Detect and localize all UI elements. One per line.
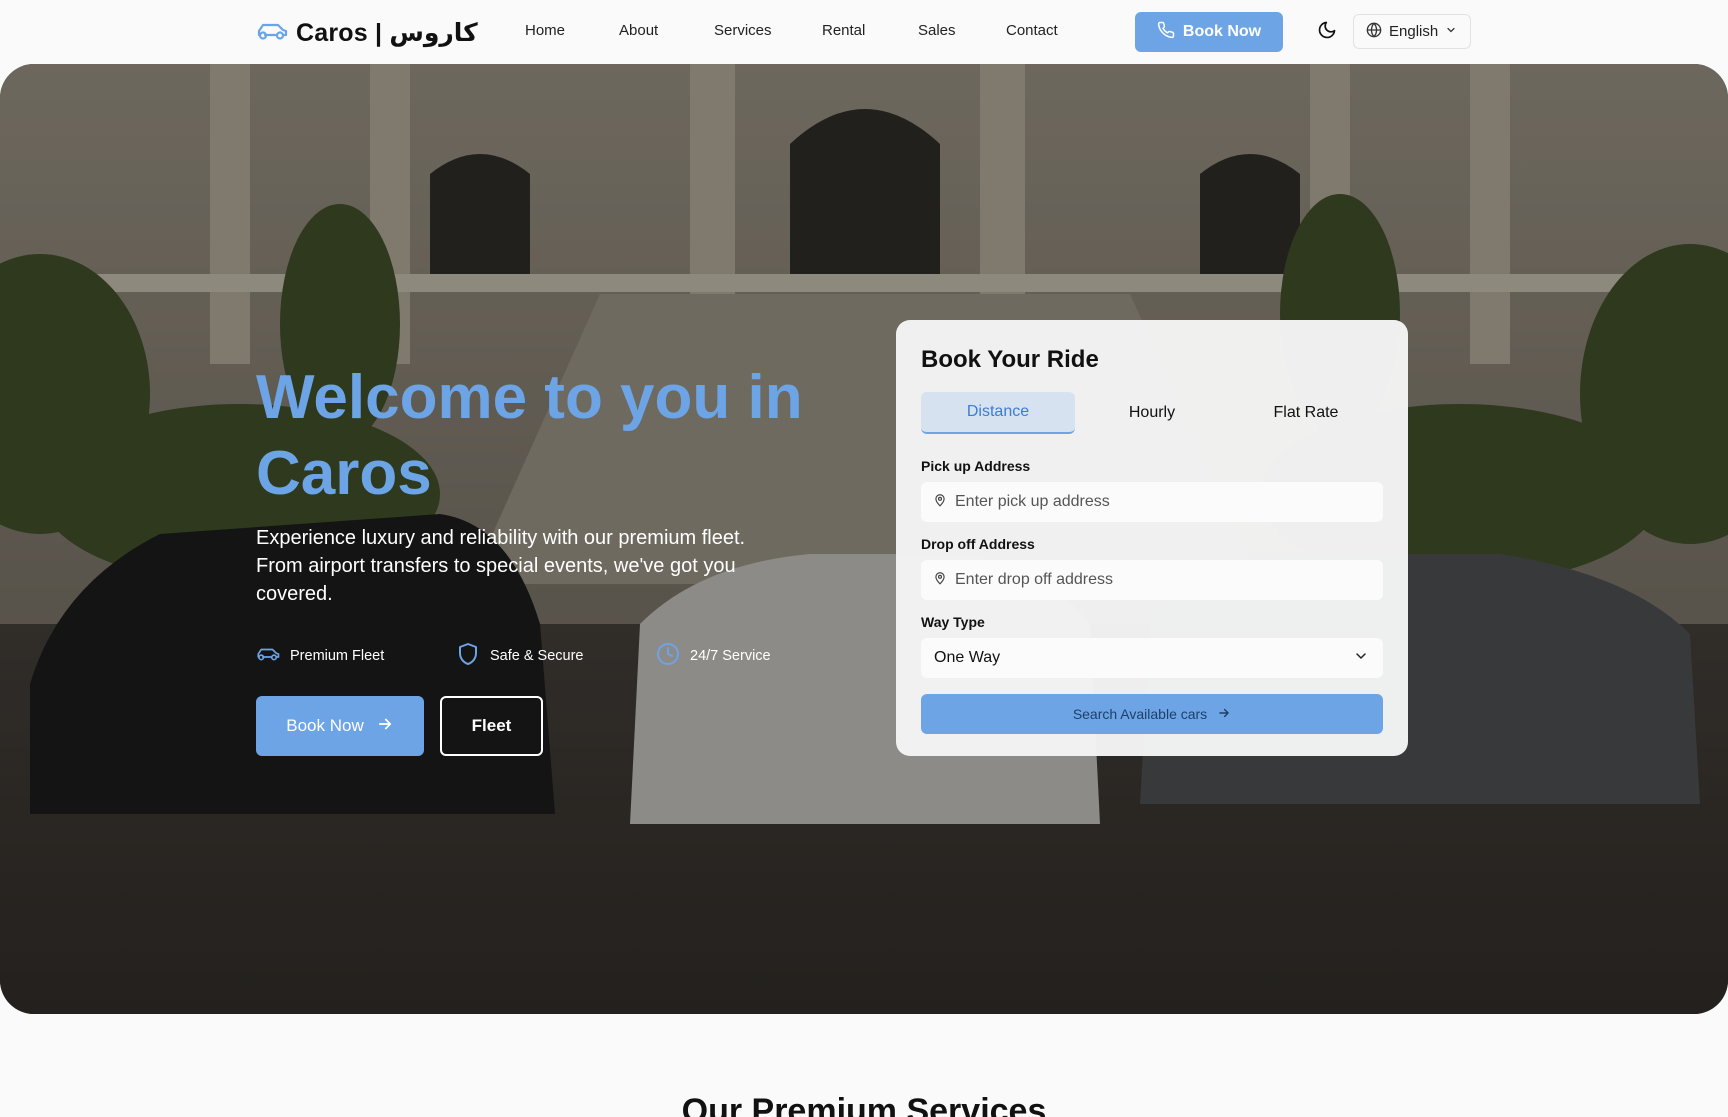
hero-section: Welcome to you in Caros Experience luxur… xyxy=(0,64,1728,1014)
dropoff-label: Drop off Address xyxy=(921,536,1035,552)
nav-about[interactable]: About xyxy=(619,22,658,39)
logo[interactable]: Caros | كاروس xyxy=(256,14,478,52)
hero-fleet-button[interactable]: Fleet xyxy=(440,696,543,756)
nav-services[interactable]: Services xyxy=(714,22,772,39)
nav-contact[interactable]: Contact xyxy=(1006,22,1058,39)
arrow-right-icon xyxy=(376,715,394,738)
hero-book-now-button[interactable]: Book Now xyxy=(256,696,424,756)
way-type-label: Way Type xyxy=(921,614,985,630)
globe-icon xyxy=(1366,22,1382,42)
pickup-field[interactable] xyxy=(921,482,1383,522)
booking-tabs: Distance Hourly Flat Rate xyxy=(921,392,1383,434)
theme-toggle-button[interactable] xyxy=(1314,19,1340,45)
search-cars-label: Search Available cars xyxy=(1072,706,1208,722)
moon-icon xyxy=(1317,20,1337,45)
nav-rental[interactable]: Rental xyxy=(822,22,865,39)
header-book-now-label: Book Now xyxy=(1182,23,1262,40)
feature-safe-secure: Safe & Secure xyxy=(456,642,584,670)
nav-home[interactable]: Home xyxy=(525,22,565,39)
tab-flat-rate[interactable]: Flat Rate xyxy=(1229,392,1383,434)
nav-sales[interactable]: Sales xyxy=(918,22,956,39)
arrow-right-icon xyxy=(1217,706,1231,723)
hero-book-now-label: Book Now xyxy=(286,716,364,735)
language-select[interactable]: English xyxy=(1353,14,1471,49)
car-icon xyxy=(256,20,288,47)
language-label: English xyxy=(1389,23,1439,40)
services-section-title: Our Premium Services xyxy=(681,1092,1047,1117)
feature-label: Safe & Secure xyxy=(490,648,584,664)
feature-label: Premium Fleet xyxy=(290,648,385,664)
feature-list: Premium Fleet Safe & Secure 24/7 Service xyxy=(256,642,816,668)
clock-icon xyxy=(656,642,680,670)
header-book-now-button[interactable]: Book Now xyxy=(1135,12,1283,52)
pickup-input[interactable] xyxy=(955,493,1375,511)
chevron-down-icon xyxy=(1445,23,1457,40)
booking-card: Book Your Ride Distance Hourly Flat Rate… xyxy=(896,320,1408,756)
hero-subtitle: Experience luxury and reliability with o… xyxy=(256,527,746,605)
feature-premium-fleet: Premium Fleet xyxy=(256,642,384,670)
chevron-down-icon xyxy=(1353,648,1369,669)
way-type-value: One Way xyxy=(934,649,1001,666)
site-header: Caros | كاروس Home About Services Rental… xyxy=(0,0,1728,64)
way-type-select[interactable]: One Way xyxy=(921,638,1383,678)
hero-title: Welcome to you in Caros xyxy=(256,363,803,508)
booking-title: Book Your Ride xyxy=(921,346,1099,373)
feature-24-7-service: 24/7 Service xyxy=(656,642,771,670)
search-cars-button[interactable]: Search Available cars xyxy=(921,694,1383,734)
shield-icon xyxy=(456,642,480,670)
feature-label: 24/7 Service xyxy=(690,648,771,664)
pickup-label: Pick up Address xyxy=(921,458,1031,474)
map-pin-icon xyxy=(933,493,947,512)
car-icon xyxy=(256,642,280,670)
map-pin-icon xyxy=(933,571,947,590)
dropoff-input[interactable] xyxy=(955,571,1375,589)
tab-distance[interactable]: Distance xyxy=(921,392,1075,434)
phone-icon xyxy=(1157,21,1175,44)
logo-text: Caros | كاروس xyxy=(296,19,478,47)
dropoff-field[interactable] xyxy=(921,560,1383,600)
tab-hourly[interactable]: Hourly xyxy=(1075,392,1229,434)
